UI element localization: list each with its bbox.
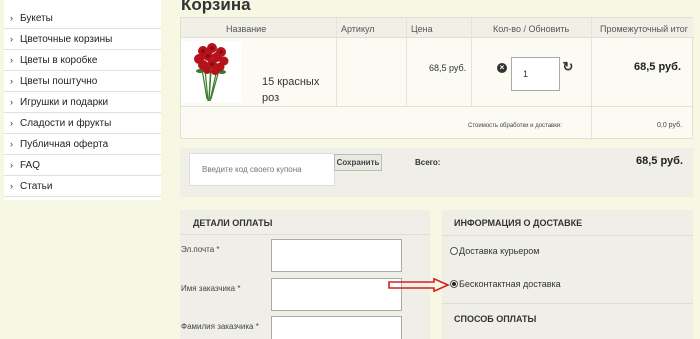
coupon-input[interactable] [189, 153, 335, 186]
product-name-link[interactable]: 15 красных роз [262, 74, 332, 106]
contactless-delivery-radio[interactable] [450, 280, 458, 288]
shipping-fee-value: 0,0 руб. [657, 122, 683, 129]
column-divider [471, 18, 472, 106]
delivery-divider [442, 235, 693, 236]
sidebar-item-articles[interactable]: › Статьи [4, 176, 161, 197]
column-header-price: Цена [411, 24, 433, 34]
chevron-right-icon: › [10, 76, 13, 86]
payment-title: СПОСОБ ОПЛАТЫ [454, 314, 537, 324]
chevron-right-icon: › [10, 118, 13, 128]
courier-delivery-label[interactable]: Доставка курьером [459, 246, 540, 256]
chevron-right-icon: › [10, 55, 13, 65]
courier-delivery-radio[interactable] [450, 247, 458, 255]
chevron-right-icon: › [10, 160, 13, 170]
total-label: Всего: [415, 158, 441, 167]
email-field[interactable] [271, 239, 402, 272]
sidebar-item-flowers-in-box[interactable]: › Цветы в коробке [4, 50, 161, 71]
first-name-field[interactable] [271, 278, 402, 311]
email-label: Эл.почта * [181, 245, 220, 254]
column-header-article: Артикул [341, 24, 375, 34]
column-divider [591, 18, 592, 140]
column-header-subtotal: Промежуточный итог [600, 24, 689, 34]
contactless-delivery-label[interactable]: Бесконтактная доставка [459, 279, 561, 289]
chevron-right-icon: › [10, 139, 13, 149]
column-header-qty: Кол-во / Обновить [493, 24, 570, 34]
sidebar-item-faq[interactable]: › FAQ [4, 155, 161, 176]
sidebar-menu: › Букеты › Цветочные корзины › Цветы в коро… [4, 0, 161, 200]
remove-item-icon[interactable]: × [497, 63, 507, 73]
chevron-right-icon: › [10, 13, 13, 23]
product-image[interactable] [181, 41, 241, 103]
chevron-right-icon: › [10, 34, 13, 44]
column-divider [336, 18, 337, 106]
page-title: Корзина [181, 0, 251, 14]
sidebar-item-flower-baskets[interactable]: › Цветочные корзины [4, 29, 161, 50]
sidebar-item-bouquets[interactable]: › Букеты [4, 8, 161, 29]
first-name-label: Имя заказчика * [181, 284, 241, 293]
column-header-name: Название [226, 24, 267, 34]
row-divider [180, 106, 693, 107]
sidebar-item-sweets-fruits[interactable]: › Сладости и фрукты [4, 113, 161, 134]
column-divider [406, 18, 407, 106]
cart-table: Название Артикул Цена Кол-во / Обновить … [180, 17, 694, 140]
chevron-right-icon: › [10, 97, 13, 107]
save-coupon-button[interactable]: Сохранить [334, 154, 382, 171]
cart-header-row: Название Артикул Цена Кол-во / Обновить … [181, 18, 694, 38]
rose-bouquet-image [194, 43, 229, 102]
chevron-right-icon: › [10, 181, 13, 191]
sidebar-item-toys-gifts[interactable]: › Игрушки и подарки [4, 92, 161, 113]
quantity-input[interactable] [511, 57, 560, 91]
billing-title: ДЕТАЛИ ОПЛАТЫ [193, 218, 273, 228]
product-subtotal: 68,5 руб. [634, 61, 682, 73]
sidebar-item-single-flowers[interactable]: › Цветы поштучно [4, 71, 161, 92]
shipping-fee-label: Стоимость обработки и доставки: [468, 123, 562, 129]
sidebar-item-public-offer[interactable]: › Публичная оферта [4, 134, 161, 155]
annotation-arrow-icon [388, 278, 450, 292]
refresh-icon[interactable]: ↻ [561, 60, 575, 74]
last-name-field[interactable] [271, 316, 402, 339]
total-value: 68,5 руб. [636, 155, 684, 167]
product-price: 68,5 руб. [429, 63, 467, 73]
last-name-label: Фамилия заказчика * [181, 322, 259, 331]
delivery-title: ИНФОРМАЦИЯ О ДОСТАВКЕ [454, 218, 583, 228]
